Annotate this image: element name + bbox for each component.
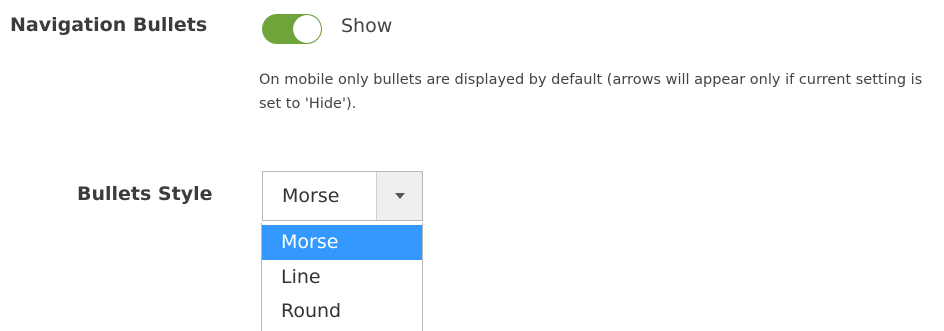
bullets-style-dropdown-list: Morse Line Round bbox=[261, 223, 423, 331]
navigation-bullets-toggle[interactable] bbox=[262, 14, 322, 44]
dropdown-option-line[interactable]: Line bbox=[262, 260, 422, 295]
select-arrow-button[interactable] bbox=[377, 172, 422, 220]
navigation-bullets-label: Navigation Bullets bbox=[10, 14, 208, 36]
dropdown-option-morse[interactable]: Morse bbox=[262, 225, 422, 260]
toggle-knob bbox=[293, 15, 321, 43]
bullets-style-select[interactable]: Morse bbox=[262, 171, 423, 221]
navigation-bullets-help-text: On mobile only bullets are displayed by … bbox=[259, 72, 923, 112]
chevron-down-icon bbox=[395, 193, 405, 199]
select-current-value: Morse bbox=[282, 185, 340, 207]
bullets-style-label: Bullets Style bbox=[77, 183, 213, 205]
dropdown-option-round[interactable]: Round bbox=[262, 294, 422, 329]
toggle-state-label: Show bbox=[341, 15, 393, 37]
